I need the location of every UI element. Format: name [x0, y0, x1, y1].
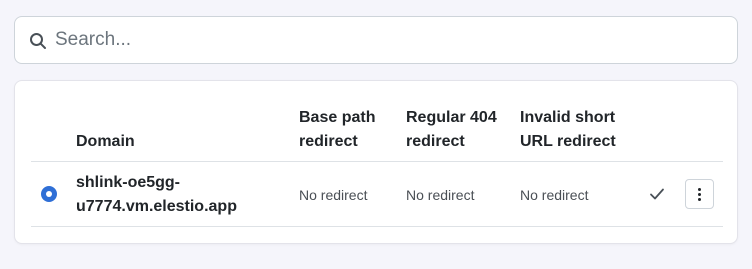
column-header-line: Base path [299, 109, 376, 126]
column-header-line: Regular 404 [406, 109, 497, 126]
column-header-base-path-redirect: Base path redirect [299, 106, 375, 154]
kebab-menu-icon-dot [698, 192, 701, 196]
column-header-line: redirect [406, 133, 465, 150]
domain-name: shlink-oe5gg- u7774.vm.elestio.app [76, 171, 276, 219]
column-header-domain: Domain [76, 133, 135, 150]
search-bar[interactable] [14, 16, 738, 64]
column-header-invalid-short-url-redirect: Invalid short URL redirect [520, 106, 616, 154]
column-header-line: URL redirect [520, 133, 616, 150]
domain-name-line: shlink-oe5gg- [76, 174, 181, 191]
column-header-line: Invalid short [520, 109, 616, 126]
header-divider [31, 161, 723, 162]
search-input[interactable] [55, 17, 725, 63]
default-domain-radio[interactable] [41, 186, 57, 202]
invalid-short-url-redirect-value: No redirect [520, 187, 589, 203]
base-path-redirect-value: No redirect [299, 187, 368, 203]
domain-name-line: u7774.vm.elestio.app [76, 198, 237, 215]
column-header-line: redirect [299, 133, 358, 150]
row-actions-button[interactable] [685, 179, 714, 209]
kebab-menu-icon [698, 187, 701, 191]
column-header-regular-404-redirect: Regular 404 redirect [406, 106, 497, 154]
search-icon [30, 33, 46, 49]
regular-404-redirect-value: No redirect [406, 187, 475, 203]
domains-card: Domain Base path redirect Regular 404 re… [14, 80, 738, 244]
row-divider [31, 226, 723, 227]
kebab-menu-icon-dot [698, 197, 701, 201]
radio-dot [46, 191, 52, 197]
check-icon [650, 188, 664, 200]
